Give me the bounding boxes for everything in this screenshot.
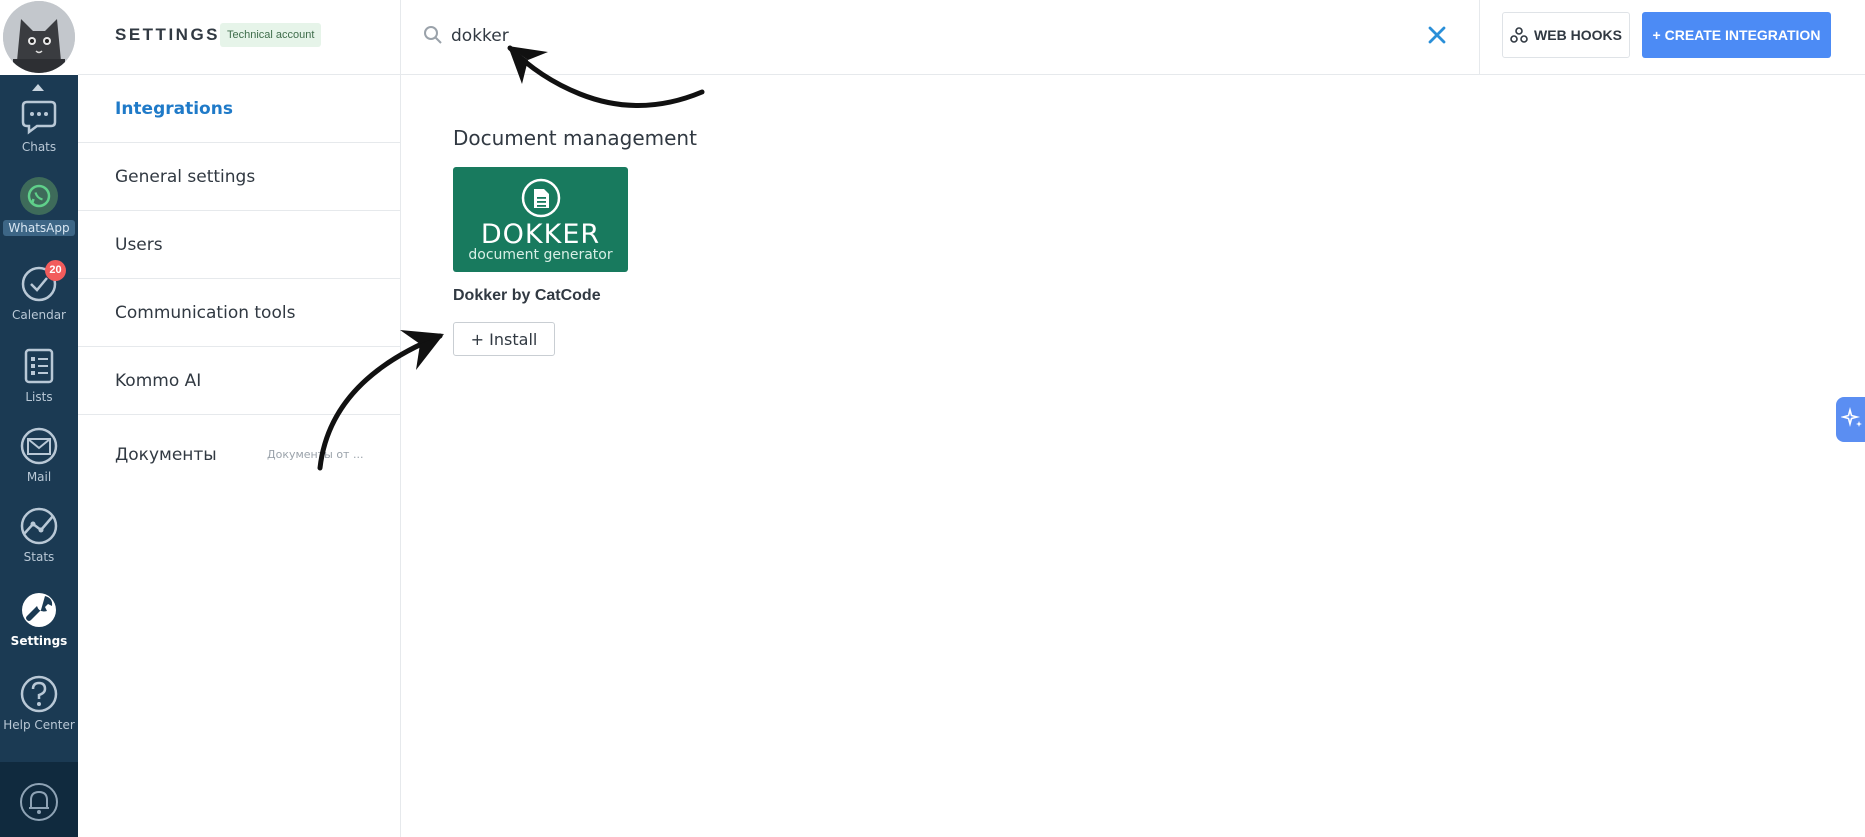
- technical-account-badge: Technical account: [220, 23, 322, 47]
- webhooks-label: WEB HOOKS: [1534, 27, 1622, 43]
- bell-icon[interactable]: [19, 780, 59, 824]
- envelope-icon: [20, 427, 58, 465]
- ai-assistant-tab[interactable]: [1836, 397, 1865, 442]
- rail-item-chats[interactable]: Chats: [0, 96, 78, 154]
- tile-subtitle: document generator: [468, 247, 613, 263]
- chat-bubble-icon: [21, 100, 57, 135]
- rail-item-whatsapp[interactable]: WhatsApp: [0, 176, 78, 236]
- rail-item-mail[interactable]: Mail: [0, 426, 78, 484]
- nav-label-general-settings: General settings: [115, 167, 256, 187]
- nav-label-kommo-ai: Kommo AI: [115, 371, 202, 391]
- settings-title: SETTINGS: [115, 25, 221, 44]
- nav-sublabel-dokumenty: Документы от ...: [267, 448, 364, 461]
- install-button[interactable]: + Install: [453, 322, 555, 356]
- webhook-icon: [1510, 27, 1528, 43]
- rail-item-lists[interactable]: Lists: [0, 346, 78, 404]
- rail-label-settings: Settings: [10, 634, 68, 648]
- integration-title[interactable]: Dokker by CatCode: [453, 287, 601, 305]
- rail-label-help-center: Help Center: [3, 718, 75, 732]
- settings-header: SETTINGS Technical account: [78, 0, 401, 75]
- topbar-divider: [1479, 0, 1480, 75]
- install-label: + Install: [470, 329, 538, 349]
- cat-avatar-icon: [3, 1, 75, 73]
- rail-scroll-up-icon[interactable]: [32, 84, 44, 91]
- rail-label-mail: Mail: [26, 470, 52, 484]
- list-icon: [24, 348, 54, 384]
- nav-label-integrations: Integrations: [115, 99, 233, 119]
- sparkle-icon: [1841, 407, 1862, 428]
- rail-item-stats[interactable]: Stats: [0, 506, 78, 564]
- whatsapp-icon: [20, 177, 58, 215]
- nav-item-general-settings[interactable]: General settings: [78, 143, 400, 211]
- create-integration-label: + CREATE INTEGRATION: [1652, 27, 1821, 43]
- stats-chart-icon: [20, 507, 58, 545]
- rail-item-settings[interactable]: Settings: [0, 590, 78, 648]
- rail-label-chats: Chats: [21, 140, 57, 154]
- clear-search-icon[interactable]: [1425, 23, 1449, 47]
- integration-tile-dokker[interactable]: DOKKER document generator: [453, 167, 628, 272]
- avatar[interactable]: [3, 1, 75, 73]
- nav-label-users: Users: [115, 235, 163, 255]
- rail-label-whatsapp: WhatsApp: [3, 220, 75, 236]
- nav-item-integrations[interactable]: Integrations: [78, 75, 400, 143]
- rail-label-stats: Stats: [23, 550, 55, 564]
- webhooks-button[interactable]: WEB HOOKS: [1502, 12, 1630, 58]
- nav-label-dokumenty: Документы: [115, 445, 217, 465]
- tile-name: DOKKER: [480, 219, 601, 250]
- rail-label-lists: Lists: [25, 390, 53, 404]
- nav-label-communication-tools: Communication tools: [115, 303, 296, 323]
- rail-bottom: [0, 762, 78, 837]
- nav-item-kommo-ai[interactable]: Kommo AI: [78, 347, 400, 415]
- rail-item-help-center[interactable]: Help Center: [0, 674, 78, 732]
- create-integration-button[interactable]: + CREATE INTEGRATION: [1642, 12, 1831, 58]
- question-circle-icon: [20, 675, 58, 713]
- nav-item-dokumenty[interactable]: Документы Документы от ...: [78, 415, 400, 495]
- left-rail: Chats WhatsApp 20 Calendar Lists Mail St…: [0, 0, 78, 837]
- search-icon: [424, 26, 442, 44]
- document-logo-icon: [521, 178, 561, 218]
- app-window: Chats WhatsApp 20 Calendar Lists Mail St…: [0, 0, 1865, 837]
- rail-item-calendar[interactable]: 20 Calendar: [0, 260, 78, 322]
- wrench-icon: [22, 593, 56, 627]
- settings-nav: Integrations General settings Users Comm…: [78, 75, 401, 837]
- calendar-count-badge: 20: [45, 260, 66, 281]
- section-title: Document management: [453, 126, 697, 150]
- top-bar: WEB HOOKS + CREATE INTEGRATION: [401, 0, 1865, 75]
- nav-item-communication-tools[interactable]: Communication tools: [78, 279, 400, 347]
- search-input[interactable]: [451, 20, 1231, 52]
- rail-top: [0, 0, 78, 75]
- rail-label-calendar: Calendar: [12, 308, 66, 322]
- nav-item-users[interactable]: Users: [78, 211, 400, 279]
